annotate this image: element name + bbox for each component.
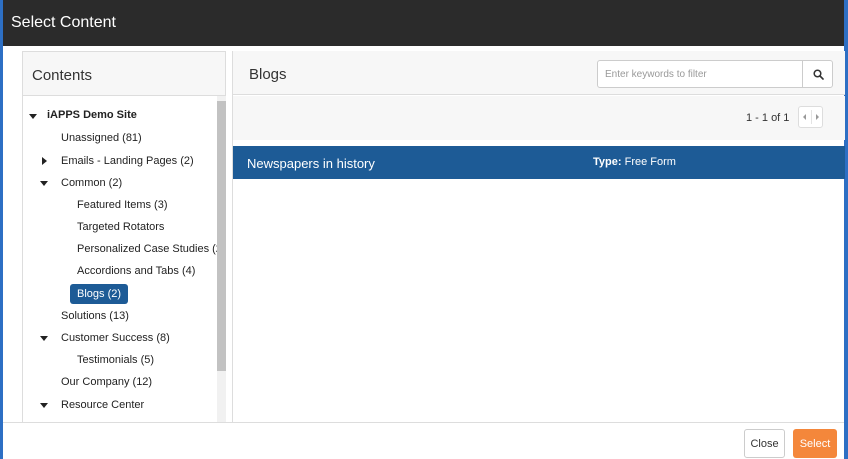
contents-header: Contents (23, 52, 225, 96)
tree-node-targeted-rotators[interactable]: Targeted Rotators (77, 217, 164, 237)
tree-node-common[interactable]: Common (2) (61, 173, 122, 193)
tree-node-accordions-and-tabs[interactable]: Accordions and Tabs (4) (77, 261, 195, 281)
contents-heading: Contents (32, 67, 93, 84)
contents-panel: Contents iAPPS Demo Site Unassigned (81)… (22, 51, 226, 422)
content-row-type-value: Free Form (624, 156, 676, 168)
pager-status: 1 - 1 of 1 (746, 112, 790, 124)
search-button[interactable] (802, 60, 833, 88)
tree-node-iapps-demo-site[interactable]: iAPPS Demo Site (47, 105, 137, 125)
content-row-type: Type: Free Form (593, 156, 676, 168)
dialog-footer: Close Select (3, 422, 844, 459)
tree-node-unassigned[interactable]: Unassigned (81) (61, 128, 142, 148)
close-button[interactable]: Close (744, 429, 785, 458)
pager-controls (798, 106, 823, 128)
dialog-title: Select Content (11, 14, 116, 31)
tree-node-testimonials[interactable]: Testimonials (5) (77, 350, 154, 370)
tree-node-our-company[interactable]: Our Company (12) (61, 372, 152, 392)
content-tree: iAPPS Demo Site Unassigned (81) Emails -… (23, 96, 217, 422)
tree-node-customer-success[interactable]: Customer Success (8) (61, 328, 170, 348)
content-row-title: Newspapers in history (247, 156, 375, 171)
tree-node-solutions[interactable]: Solutions (13) (61, 306, 129, 326)
content-list-header: Blogs (233, 51, 845, 95)
previous-page-icon[interactable] (803, 114, 806, 120)
content-list-heading: Blogs (249, 66, 287, 83)
pager-bar: 1 - 1 of 1 (233, 96, 845, 140)
tree-node-featured-items[interactable]: Featured Items (3) (77, 195, 167, 215)
caret-down-icon[interactable] (40, 403, 48, 408)
content-row[interactable]: Newspapers in history Type: Free Form (233, 146, 845, 179)
dialog-titlebar: Select Content (3, 0, 844, 46)
select-button[interactable]: Select (793, 429, 837, 458)
pager-divider (811, 110, 812, 124)
caret-down-icon[interactable] (40, 181, 48, 186)
search-input[interactable] (597, 60, 803, 88)
caret-right-icon[interactable] (42, 157, 47, 165)
tree-scrollbar-thumb[interactable] (217, 101, 226, 371)
tree-node-emails-landing-pages[interactable]: Emails - Landing Pages (2) (61, 151, 194, 171)
tree-node-personalized-case-studies[interactable]: Personalized Case Studies (2 (77, 239, 217, 259)
caret-down-icon[interactable] (40, 336, 48, 341)
content-list-panel: Blogs 1 - 1 of 1 Newspapers in history T… (232, 51, 845, 422)
next-page-icon[interactable] (816, 114, 819, 120)
window-border-left (0, 0, 3, 459)
caret-down-icon[interactable] (29, 114, 37, 119)
dialog-body: Contents iAPPS Demo Site Unassigned (81)… (10, 46, 845, 422)
content-row-type-label: Type: (593, 156, 622, 168)
search-icon (813, 69, 824, 80)
tree-node-blogs[interactable]: Blogs (2) (70, 284, 129, 304)
tree-node-resource-center[interactable]: Resource Center (61, 395, 144, 415)
